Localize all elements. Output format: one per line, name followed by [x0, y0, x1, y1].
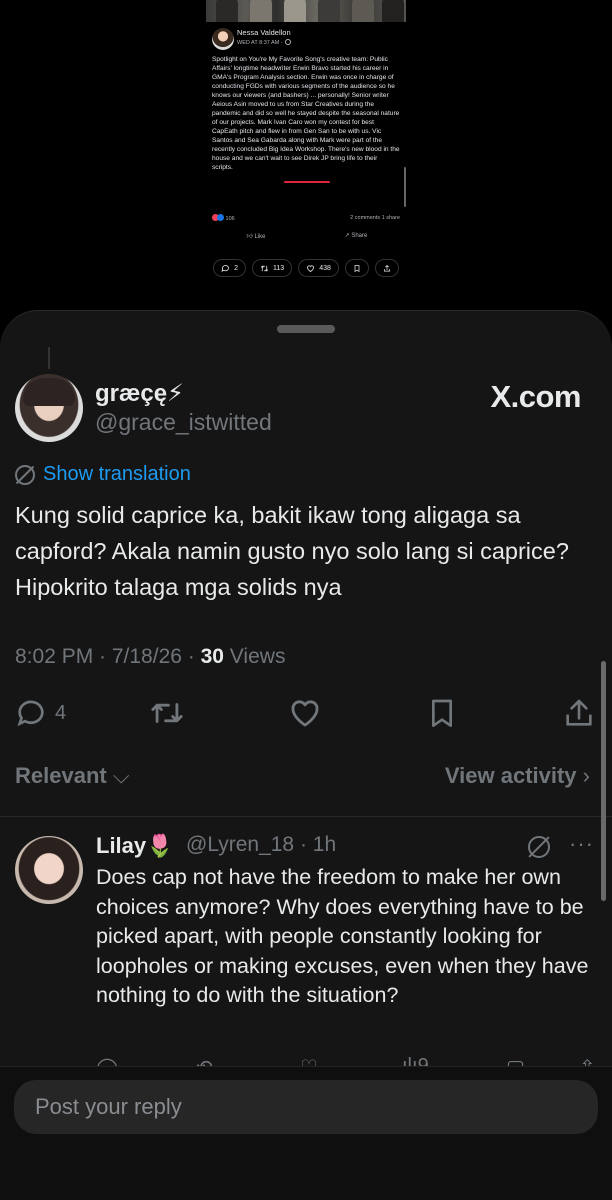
share-icon — [383, 264, 390, 272]
post-sheet: græçę⚡ @grace_istwitted X.com Show trans… — [0, 310, 612, 1200]
heart-icon — [307, 264, 315, 272]
bookmark-pill — [344, 259, 369, 277]
reply-sort-dropdown[interactable]: Relevant ⌵ — [15, 763, 130, 789]
author-display-name[interactable]: græçę⚡ — [95, 379, 184, 408]
embedded-facebook-post: Nessa Valdellon WED AT 8:37 AM · Spotlig… — [206, 22, 406, 232]
show-translation-link[interactable]: Show translation — [15, 463, 191, 486]
embedded-share: ↗ Share — [344, 233, 368, 239]
reposts-pill: 113 — [252, 259, 293, 277]
embedded-author-avatar — [212, 28, 234, 50]
post-text: Kung solid caprice ka, bakit ikaw tong a… — [15, 502, 569, 600]
reply-text: Does cap not have the freedom to make he… — [96, 865, 589, 1007]
reply-author-name[interactable]: Lilay🌷 — [96, 833, 174, 859]
like-reaction-icon — [217, 214, 224, 221]
reply-count: 4 — [55, 701, 67, 724]
embedded-like: 👍︎ Like — [246, 234, 266, 240]
compose-bar — [0, 1066, 612, 1200]
thread-connector-line — [48, 347, 50, 369]
repost-button[interactable] — [150, 691, 184, 735]
chevron-right-icon: › — [582, 763, 590, 788]
chevron-down-icon: ⌵ — [112, 763, 130, 788]
sort-label: Relevant — [15, 763, 107, 788]
post-metadata: 8:02 PM · 7/18/26 · 30 Views — [15, 645, 285, 669]
share-button[interactable] — [563, 691, 595, 735]
red-underline-annotation — [284, 181, 330, 183]
views-label: Views — [223, 645, 286, 668]
embedded-post-stats: 106 2 comments 1 share — [212, 214, 400, 222]
heart-icon — [291, 700, 319, 727]
more-options-icon[interactable]: ··· — [569, 831, 594, 857]
reply-icon — [17, 700, 44, 727]
embedded-post-date: WED AT 8:37 AM · — [237, 39, 291, 46]
divider — [0, 816, 612, 817]
x-logo: X.com — [490, 379, 581, 414]
replies-pill: 2 — [213, 259, 247, 277]
repost-icon — [260, 264, 269, 272]
reply-input[interactable] — [14, 1080, 598, 1134]
view-activity-link[interactable]: View activity › — [445, 763, 590, 789]
embedded-scrollbar — [404, 167, 406, 207]
embedded-group-photo — [206, 0, 406, 22]
views-count: 30 — [200, 645, 224, 668]
scrollbar[interactable] — [601, 661, 606, 901]
reply-icon — [221, 264, 230, 272]
share-icon — [566, 699, 592, 726]
like-button[interactable] — [288, 691, 322, 735]
reply-author-handle[interactable]: @Lyren_18 · 1h — [186, 833, 336, 857]
reply-button[interactable]: 4 — [15, 691, 66, 735]
embedded-author-name: Nessa Valdellon — [237, 28, 291, 37]
share-pill — [374, 259, 399, 277]
globe-icon — [284, 39, 291, 45]
bookmark-button[interactable] — [426, 691, 458, 735]
comments-shares-count: 2 comments 1 share — [350, 215, 400, 221]
reply-author-avatar[interactable] — [15, 836, 83, 904]
translate-icon — [15, 464, 35, 485]
sheet-drag-handle[interactable] — [277, 325, 335, 333]
show-translation-label: Show translation — [43, 463, 191, 485]
likes-pill: 438 — [298, 259, 339, 277]
embedded-post-actions: 👍︎ Like ↗ Share — [206, 232, 406, 246]
author-avatar[interactable] — [15, 374, 83, 442]
view-activity-label: View activity — [444, 763, 577, 788]
author-handle[interactable]: @grace_istwitted — [95, 409, 272, 436]
reaction-count: 106 — [225, 216, 235, 222]
bookmark-icon — [432, 699, 452, 727]
reply-translate-icon[interactable] — [528, 836, 550, 858]
post-action-bar: 4 — [0, 691, 612, 735]
bookmark-icon — [354, 264, 360, 272]
embedded-engagement-pills: 2 113 438 — [206, 259, 406, 277]
post-timestamp: 8:02 PM · 7/18/26 · — [15, 645, 201, 668]
repost-icon — [151, 703, 183, 723]
embedded-post-body: Spotlight on You're My Favorite Song's c… — [212, 56, 400, 171]
